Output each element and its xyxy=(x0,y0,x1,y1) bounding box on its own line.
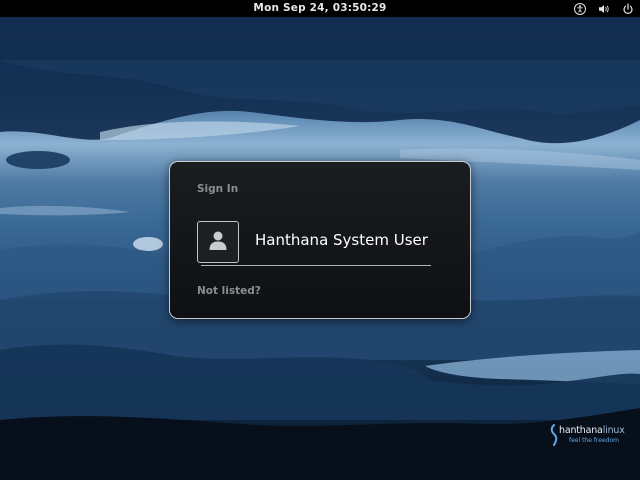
brand-name-light: linux xyxy=(602,425,625,436)
avatar xyxy=(197,221,239,263)
volume-icon[interactable] xyxy=(598,3,610,15)
clock[interactable]: Mon Sep 24, 03:50:29 xyxy=(0,2,640,14)
top-panel: Mon Sep 24, 03:50:29 xyxy=(0,0,640,17)
brand-logo: hanthanalinux feel the freedom xyxy=(549,424,639,446)
brand-name: hanthanalinux xyxy=(559,425,625,436)
dialog-title: Sign In xyxy=(197,183,239,195)
user-silhouette-icon xyxy=(207,229,229,255)
system-tray xyxy=(574,1,634,16)
not-listed-link[interactable]: Not listed? xyxy=(197,285,261,297)
user-name: Hanthana System User xyxy=(255,231,428,249)
accessibility-icon[interactable] xyxy=(574,2,586,15)
brand-tagline: feel the freedom xyxy=(569,437,619,444)
power-icon[interactable] xyxy=(622,2,634,15)
login-dialog: Sign In Hanthana System User Not listed? xyxy=(169,161,471,319)
brand-name-bold: hanthana xyxy=(559,425,603,436)
user-selection-underline xyxy=(201,265,431,266)
user-list-item[interactable]: Hanthana System User xyxy=(197,221,431,265)
